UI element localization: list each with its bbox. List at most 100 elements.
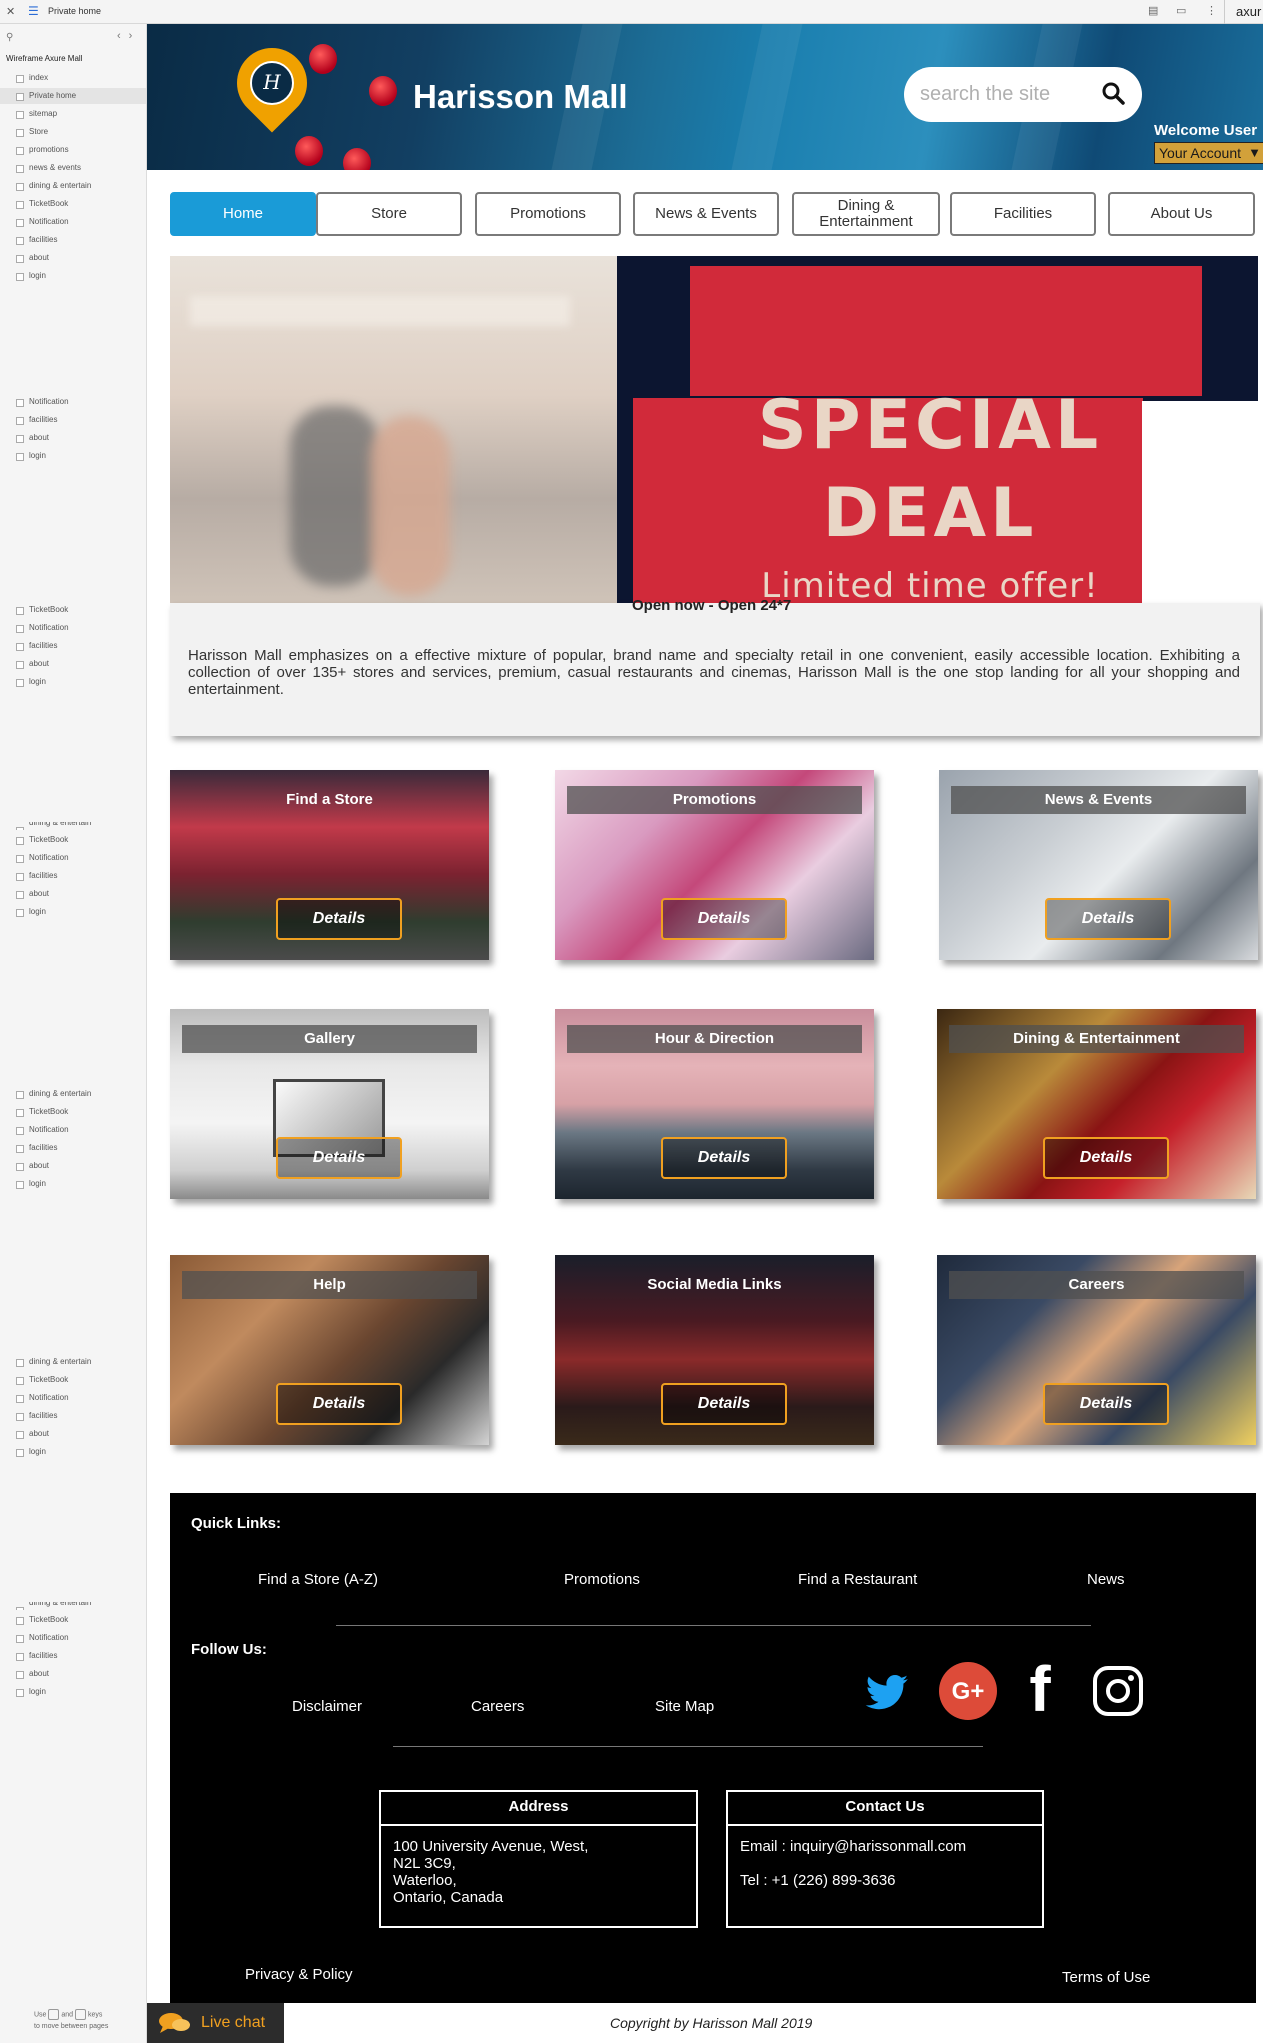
details-button[interactable]: Details	[661, 1137, 787, 1179]
details-button[interactable]: Details	[661, 898, 787, 940]
contact-email[interactable]: Email : inquiry@harissonmall.com	[740, 1838, 1042, 1855]
sidebar-item-about[interactable]: about	[0, 430, 146, 446]
card-news-events[interactable]: News & Events Details	[939, 770, 1258, 960]
sidebar-item-ticketbook[interactable]: TicketBook	[0, 832, 146, 848]
details-button[interactable]: Details	[276, 898, 402, 940]
sidebar-item-login[interactable]: login	[0, 674, 146, 690]
sidebar-item-ticketbook[interactable]: TicketBook	[0, 1104, 146, 1120]
footer-link-promotions[interactable]: Promotions	[564, 1571, 640, 1588]
sidebar-item-partial[interactable]: dining & entertain	[0, 822, 146, 830]
sidebar-item-ticketbook[interactable]: TicketBook	[0, 1612, 146, 1628]
privacy-link[interactable]: Privacy & Policy	[245, 1966, 353, 1983]
nav-about[interactable]: About Us	[1108, 192, 1255, 236]
footer-link-disclaimer[interactable]: Disclaimer	[292, 1698, 362, 1715]
card-title: Find a Store	[286, 791, 373, 808]
sidebar-item-facilities[interactable]: facilities	[0, 1408, 146, 1424]
sidebar-item-news-events[interactable]: news & events	[0, 160, 146, 176]
details-button[interactable]: Details	[276, 1383, 402, 1425]
sidebar-item-dining-entertain[interactable]: dining & entertain	[0, 1354, 146, 1370]
sidebar-item-about[interactable]: about	[0, 1426, 146, 1442]
card-dining-entertainment[interactable]: Dining & Entertainment Details	[937, 1009, 1256, 1199]
card-hour-direction[interactable]: Hour & Direction Details	[555, 1009, 874, 1199]
nav-store[interactable]: Store	[316, 192, 462, 236]
sidebar-item-facilities[interactable]: facilities	[0, 1140, 146, 1156]
card-help[interactable]: Help Details	[170, 1255, 489, 1445]
site-logo[interactable]: H	[250, 61, 294, 105]
close-icon[interactable]: ✕	[6, 5, 15, 18]
details-button[interactable]: Details	[661, 1383, 787, 1425]
google-plus-icon[interactable]: G+	[938, 1661, 998, 1721]
twitter-icon[interactable]	[860, 1663, 916, 1719]
footer-link-news[interactable]: News	[1087, 1571, 1125, 1588]
nav-dining[interactable]: Dining & Entertainment	[792, 192, 940, 236]
sidebar-item-notification[interactable]: Notification	[0, 850, 146, 866]
document-icon[interactable]: ▤	[1148, 4, 1158, 17]
collapse-arrows[interactable]: ‹›	[117, 30, 140, 42]
more-icon[interactable]: ⋮	[1206, 4, 1217, 17]
sidebar-item-facilities[interactable]: facilities	[0, 868, 146, 884]
sidebar-item-about[interactable]: about	[0, 656, 146, 672]
card-promotions[interactable]: Promotions Details	[555, 770, 874, 960]
sidebar-item-facilities[interactable]: facilities	[0, 232, 146, 248]
sidebar-item-notification[interactable]: Notification	[0, 214, 146, 230]
sidebar-item-promotions[interactable]: promotions	[0, 142, 146, 158]
account-select[interactable]: Your Account ▼	[1154, 142, 1263, 164]
card-find-a-store[interactable]: Find a Store Details	[170, 770, 489, 960]
details-button[interactable]: Details	[1045, 898, 1171, 940]
details-button[interactable]: Details	[276, 1137, 402, 1179]
sidebar-item-about[interactable]: about	[0, 1666, 146, 1682]
facebook-icon[interactable]: f	[1020, 1659, 1060, 1719]
instagram-icon[interactable]	[1092, 1665, 1144, 1717]
sidebar-item-about[interactable]: about	[0, 1158, 146, 1174]
live-chat-button[interactable]: Live chat	[147, 2003, 284, 2043]
sidebar-item-login[interactable]: login	[0, 448, 146, 464]
sidebar-item-facilities[interactable]: facilities	[0, 638, 146, 654]
comment-icon[interactable]: ▭	[1176, 4, 1186, 17]
search-icon[interactable]: ⚲	[6, 32, 13, 43]
contact-phone[interactable]: Tel : +1 (226) 899-3636	[740, 1872, 1042, 1889]
sidebar-item-about[interactable]: about	[0, 250, 146, 266]
sidebar-item-facilities[interactable]: facilities	[0, 412, 146, 428]
hero-banner[interactable]: SPECIAL DEAL Limited time offer!	[170, 256, 1258, 603]
menu-icon[interactable]: ☰	[28, 4, 39, 18]
sidebar-item-store[interactable]: Store	[0, 124, 146, 140]
sidebar-item-login[interactable]: login	[0, 1684, 146, 1700]
sidebar-item-about[interactable]: about	[0, 886, 146, 902]
sidebar-item-login[interactable]: login	[0, 1176, 146, 1192]
footer-link-careers[interactable]: Careers	[471, 1698, 524, 1715]
sidebar-item-dining-entertain[interactable]: dining & entertain	[0, 1086, 146, 1102]
sidebar-item-ticketbook[interactable]: TicketBook	[0, 602, 146, 618]
sidebar-item-notification[interactable]: Notification	[0, 394, 146, 410]
footer-link-sitemap[interactable]: Site Map	[655, 1698, 714, 1715]
sidebar-item-facilities[interactable]: facilities	[0, 1648, 146, 1664]
sidebar-item-sitemap[interactable]: sitemap	[0, 106, 146, 122]
sidebar-item-index[interactable]: index	[0, 70, 146, 86]
card-careers[interactable]: Careers Details	[937, 1255, 1256, 1445]
nav-facilities[interactable]: Facilities	[950, 192, 1096, 236]
sidebar-item-login[interactable]: login	[0, 268, 146, 284]
sidebar-item-private-home[interactable]: Private home	[0, 88, 146, 104]
sidebar-item-dining-entertain[interactable]: dining & entertain	[0, 178, 146, 194]
sidebar-item-notification[interactable]: Notification	[0, 620, 146, 636]
search-input[interactable]	[920, 80, 1090, 108]
sidebar-item-login[interactable]: login	[0, 904, 146, 920]
search-icon[interactable]	[1101, 81, 1125, 105]
sidebar-item-ticketbook[interactable]: TicketBook	[0, 196, 146, 212]
terms-link[interactable]: Terms of Use	[1062, 1969, 1150, 1986]
sidebar-item-notification[interactable]: Notification	[0, 1630, 146, 1646]
nav-promotions[interactable]: Promotions	[475, 192, 621, 236]
sidebar-item-login[interactable]: login	[0, 1444, 146, 1460]
sidebar-item-notification[interactable]: Notification	[0, 1390, 146, 1406]
footer-link-find-store[interactable]: Find a Store (A-Z)	[258, 1571, 378, 1588]
nav-home[interactable]: Home	[170, 192, 316, 236]
sidebar-item-partial[interactable]: dining & entertain	[0, 1602, 146, 1610]
details-button[interactable]: Details	[1043, 1383, 1169, 1425]
footer-link-restaurant[interactable]: Find a Restaurant	[798, 1571, 917, 1588]
card-gallery[interactable]: Gallery Details	[170, 1009, 489, 1199]
sidebar-item-notification[interactable]: Notification	[0, 1122, 146, 1138]
footer-divider	[336, 1625, 1091, 1626]
details-button[interactable]: Details	[1043, 1137, 1169, 1179]
card-social-media[interactable]: Social Media Links Details	[555, 1255, 874, 1445]
sidebar-item-ticketbook[interactable]: TicketBook	[0, 1372, 146, 1388]
nav-news-events[interactable]: News & Events	[633, 192, 779, 236]
